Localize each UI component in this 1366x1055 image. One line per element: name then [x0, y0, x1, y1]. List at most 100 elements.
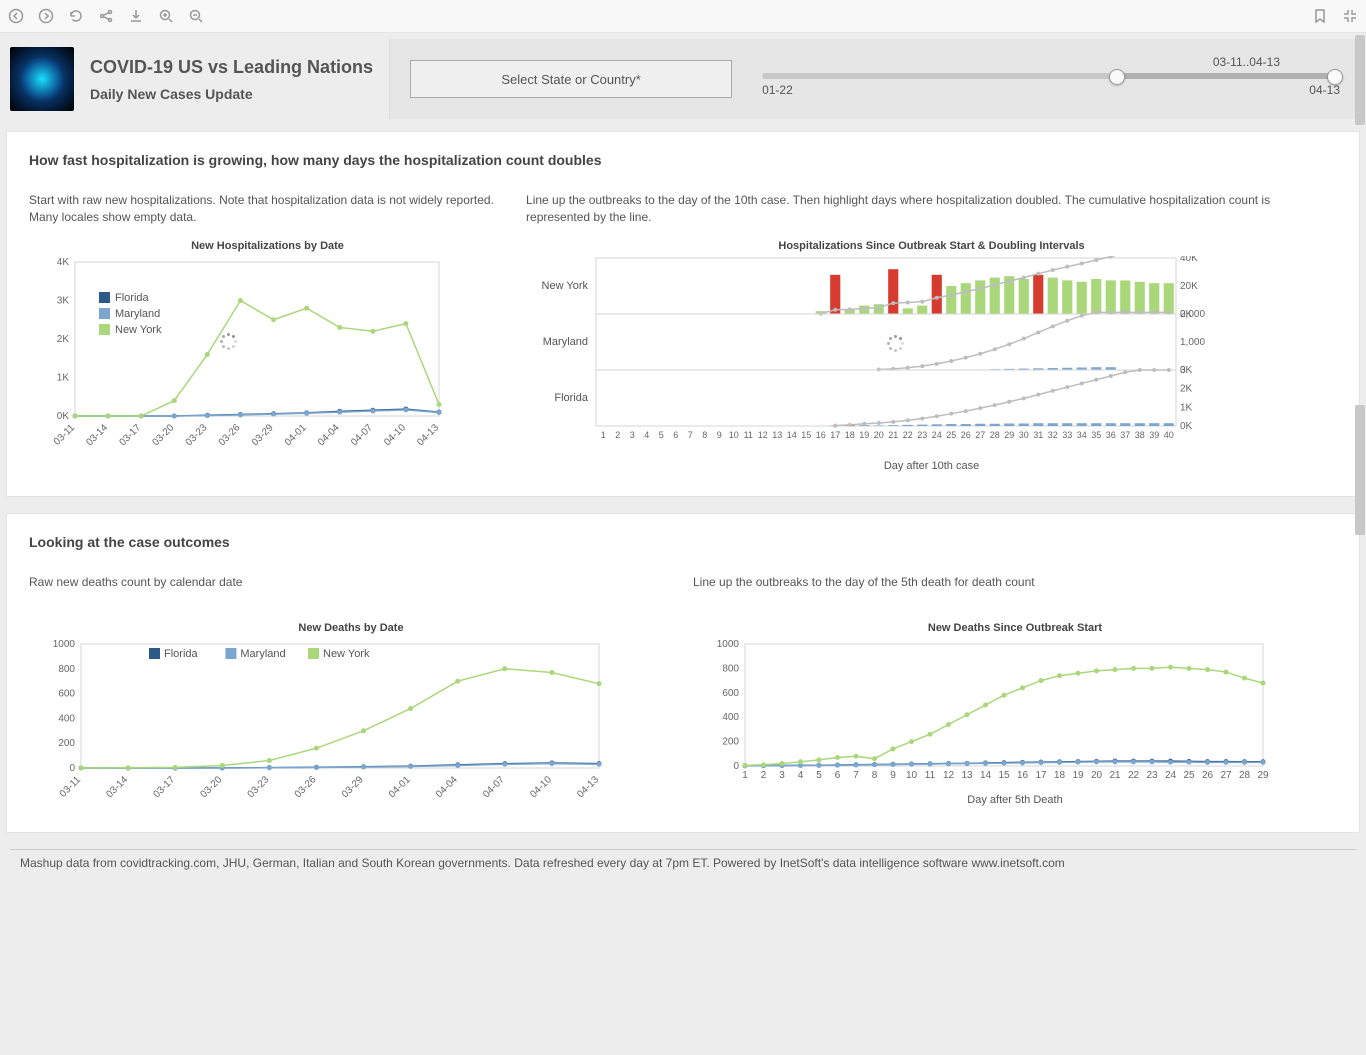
svg-text:03-14: 03-14 [104, 774, 130, 800]
footer-text: Mashup data from covidtracking.com, JHU,… [10, 849, 1356, 876]
filter-bar: Select State or Country* 03-11..04-13 01… [389, 39, 1360, 119]
svg-text:32: 32 [1048, 430, 1058, 440]
svg-text:26: 26 [1202, 770, 1214, 781]
svg-text:36: 36 [1106, 430, 1116, 440]
svg-text:03-29: 03-29 [340, 774, 366, 800]
svg-text:04-07: 04-07 [349, 422, 375, 448]
chart-desc: Line up the outbreaks to the day of the … [693, 574, 1337, 608]
svg-text:03-14: 03-14 [84, 422, 110, 448]
svg-text:13: 13 [772, 430, 782, 440]
svg-text:35: 35 [1091, 430, 1101, 440]
svg-text:200: 200 [58, 738, 75, 749]
svg-text:Maryland: Maryland [115, 308, 160, 320]
chart-new-hospitalizations: 0K1K2K3K4K03-1103-1403-1703-2003-2303-26… [29, 256, 506, 456]
svg-text:0: 0 [69, 763, 75, 774]
svg-text:18: 18 [845, 430, 855, 440]
zoom-in-icon[interactable] [158, 8, 174, 24]
svg-text:03-26: 03-26 [293, 774, 319, 800]
scrollbar[interactable] [1354, 33, 1366, 1055]
x-axis-label: Day after 5th Death [693, 794, 1337, 806]
svg-text:03-11: 03-11 [58, 774, 84, 800]
svg-text:400: 400 [58, 713, 75, 724]
forward-icon[interactable] [38, 8, 54, 24]
section-heading: Looking at the case outcomes [29, 534, 1337, 550]
svg-text:1: 1 [742, 770, 748, 781]
svg-text:7: 7 [853, 770, 859, 781]
page: COVID-19 US vs Leading Nations Daily New… [0, 33, 1366, 1055]
svg-text:11: 11 [925, 770, 936, 781]
chart-new-deaths-by-date: 0200400600800100003-1103-1403-1703-2003-… [29, 638, 673, 808]
svg-text:2K: 2K [1180, 384, 1193, 395]
section-heading: How fast hospitalization is growing, how… [29, 152, 1337, 168]
date-slider[interactable]: 03-11..04-13 01-22 04-13 [762, 59, 1340, 99]
svg-text:New York: New York [115, 324, 162, 336]
chart-title: New Deaths by Date [29, 622, 673, 634]
svg-text:03-17: 03-17 [117, 422, 143, 448]
svg-text:29: 29 [1257, 770, 1269, 781]
svg-text:11: 11 [744, 430, 753, 440]
svg-text:0K: 0K [57, 411, 70, 422]
svg-text:23: 23 [1146, 770, 1158, 781]
svg-text:12: 12 [943, 770, 955, 781]
svg-text:37: 37 [1120, 430, 1130, 440]
svg-text:22: 22 [903, 430, 913, 440]
svg-text:600: 600 [722, 688, 739, 699]
svg-text:10: 10 [729, 430, 739, 440]
svg-text:28: 28 [990, 430, 1000, 440]
svg-text:04-13: 04-13 [415, 422, 441, 448]
svg-text:03-29: 03-29 [250, 422, 276, 448]
svg-text:1000: 1000 [717, 639, 740, 650]
svg-text:20K: 20K [1180, 281, 1198, 292]
svg-text:4: 4 [644, 430, 649, 440]
download-icon[interactable] [128, 8, 144, 24]
svg-text:600: 600 [58, 689, 75, 700]
collapse-icon[interactable] [1342, 8, 1358, 24]
svg-text:Florida: Florida [164, 648, 199, 660]
share-icon[interactable] [98, 8, 114, 24]
svg-text:16: 16 [816, 430, 826, 440]
svg-text:0: 0 [733, 761, 739, 772]
bookmark-icon[interactable] [1312, 8, 1328, 24]
svg-text:23: 23 [917, 430, 927, 440]
outcomes-panel: Looking at the case outcomes Raw new dea… [6, 513, 1360, 833]
svg-text:04-13: 04-13 [575, 774, 601, 800]
svg-text:1K: 1K [57, 373, 70, 384]
svg-text:04-04: 04-04 [316, 422, 342, 448]
svg-text:1,000: 1,000 [1180, 337, 1205, 348]
svg-text:38: 38 [1135, 430, 1145, 440]
page-title: COVID-19 US vs Leading Nations [90, 57, 373, 78]
svg-text:Maryland: Maryland [543, 336, 588, 348]
svg-text:10: 10 [906, 770, 918, 781]
svg-text:Florida: Florida [115, 292, 150, 304]
svg-text:39: 39 [1149, 430, 1159, 440]
refresh-icon[interactable] [68, 8, 84, 24]
select-state-button[interactable]: Select State or Country* [410, 60, 732, 98]
svg-text:25: 25 [946, 430, 956, 440]
slider-thumb-left[interactable] [1109, 69, 1125, 85]
svg-text:6: 6 [835, 770, 841, 781]
svg-text:Florida: Florida [554, 392, 589, 404]
chart-title: New Hospitalizations by Date [29, 240, 506, 252]
chart-desc: Line up the outbreaks to the day of the … [526, 192, 1337, 226]
svg-text:200: 200 [722, 737, 739, 748]
svg-text:7: 7 [688, 430, 693, 440]
svg-text:3: 3 [630, 430, 635, 440]
svg-text:4K: 4K [57, 257, 70, 268]
svg-text:21: 21 [1109, 770, 1121, 781]
svg-text:03-17: 03-17 [151, 774, 177, 800]
svg-text:14: 14 [787, 430, 797, 440]
svg-text:20: 20 [874, 430, 884, 440]
loading-spinner-icon [219, 332, 239, 352]
svg-text:04-10: 04-10 [382, 422, 408, 448]
x-axis-label: Day after 10th case [526, 460, 1337, 472]
back-icon[interactable] [8, 8, 24, 24]
chart-new-deaths-since-outbreak: 0200400600800100012345678910111213141516… [693, 638, 1337, 788]
svg-text:1000: 1000 [53, 639, 76, 650]
svg-text:03-23: 03-23 [184, 422, 210, 448]
zoom-out-icon[interactable] [188, 8, 204, 24]
chart-desc: Raw new deaths count by calendar date [29, 574, 673, 608]
svg-text:15: 15 [998, 770, 1010, 781]
svg-text:34: 34 [1077, 430, 1087, 440]
hospitalization-panel: How fast hospitalization is growing, how… [6, 131, 1360, 497]
svg-text:03-20: 03-20 [151, 422, 177, 448]
